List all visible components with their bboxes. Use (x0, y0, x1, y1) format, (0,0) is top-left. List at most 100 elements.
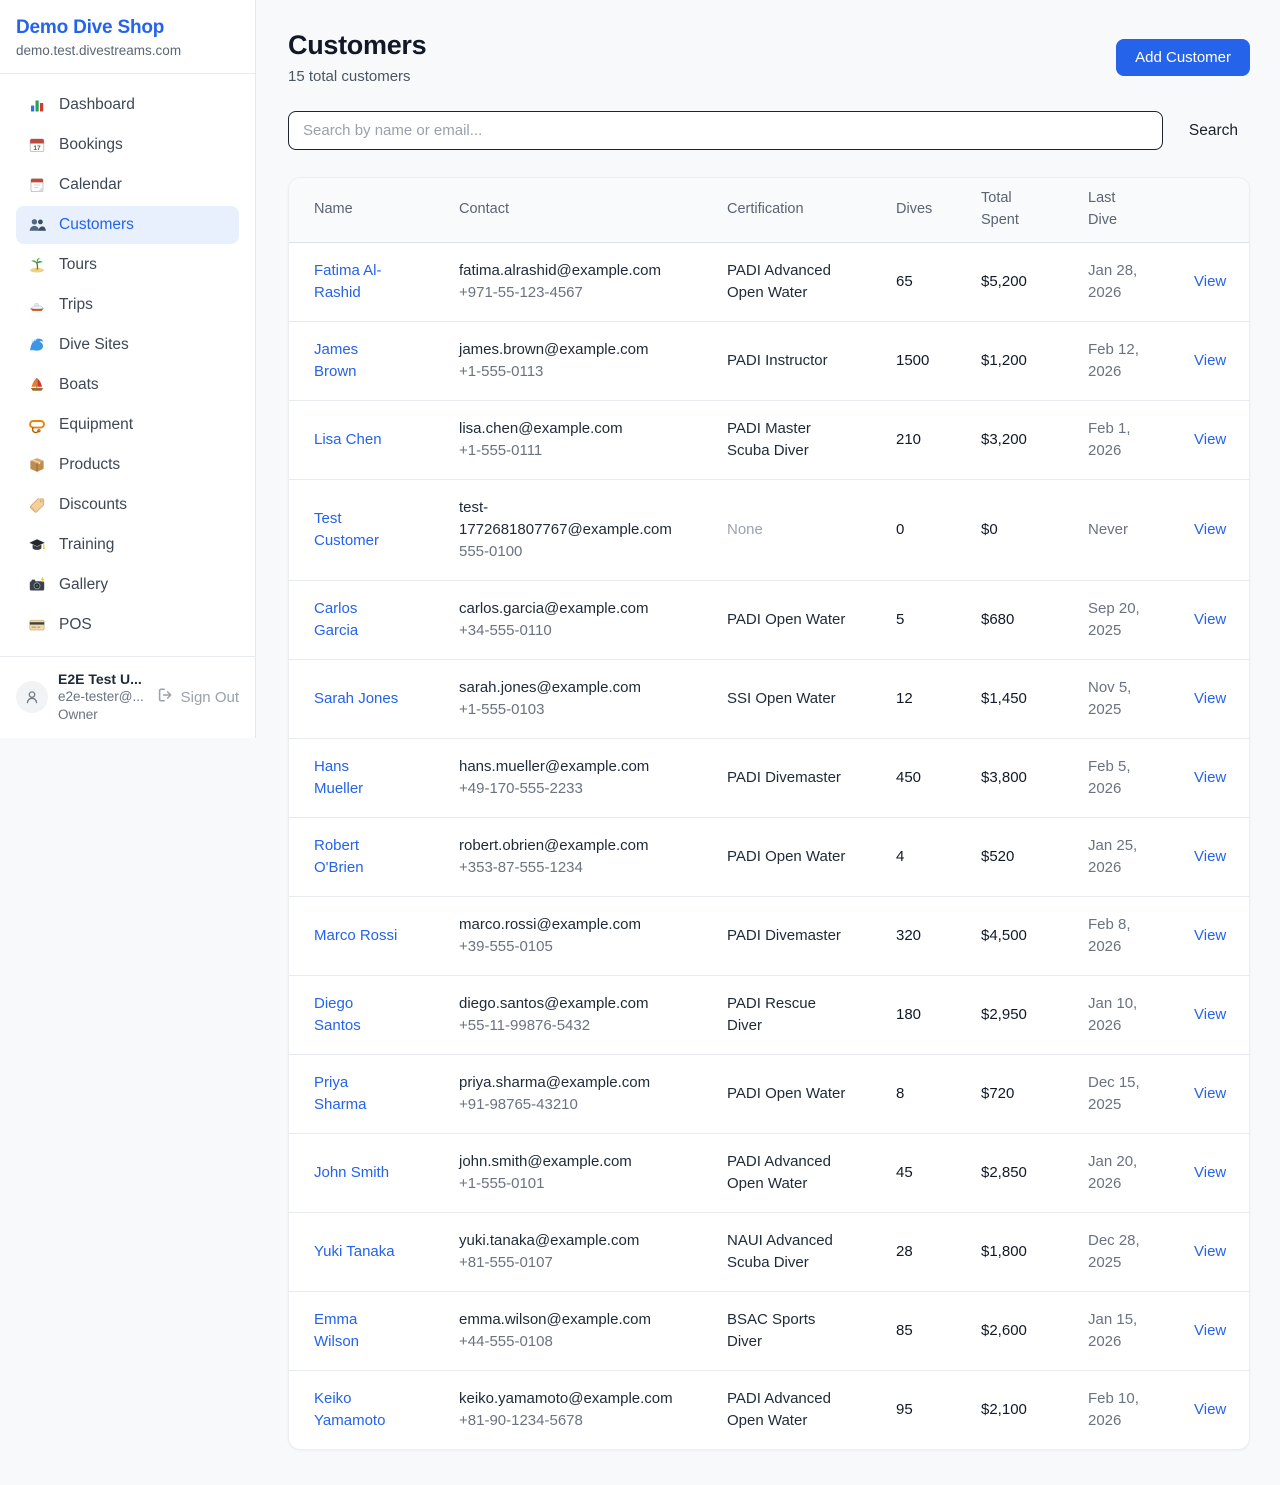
sidebar-item-bookings[interactable]: 17 Bookings (16, 126, 239, 164)
view-link[interactable]: View (1194, 769, 1226, 786)
customer-total-spent: $1,800 (981, 1243, 1027, 1260)
customer-last-dive: Jan 20, 2026 (1088, 1153, 1137, 1192)
customer-last-dive: Jan 10, 2026 (1088, 995, 1137, 1034)
customer-total-spent: $2,600 (981, 1322, 1027, 1339)
sign-out-button[interactable]: Sign Out (156, 686, 239, 708)
customer-phone: +91-98765-43210 (459, 1094, 667, 1116)
customer-dives: 450 (896, 769, 921, 786)
sidebar-item-label: POS (59, 616, 92, 634)
view-link[interactable]: View (1194, 273, 1226, 290)
customer-name-link[interactable]: John Smith (314, 1162, 389, 1184)
sidebar-item-label: Gallery (59, 576, 108, 594)
customer-dives: 180 (896, 1006, 921, 1023)
customer-last-dive: Feb 12, 2026 (1088, 341, 1139, 380)
customer-email: priya.sharma@example.com (459, 1072, 667, 1094)
view-link[interactable]: View (1194, 1085, 1226, 1102)
view-link[interactable]: View (1194, 611, 1226, 628)
customer-total-spent: $1,200 (981, 352, 1027, 369)
sidebar-item-label: Bookings (59, 136, 123, 154)
customer-name-link[interactable]: Hans Mueller (314, 756, 400, 800)
customer-name-link[interactable]: Keiko Yamamoto (314, 1388, 400, 1432)
sidebar-item-discounts[interactable]: Discounts (16, 486, 239, 524)
bar-chart-icon (28, 96, 46, 114)
sidebar-item-label: Tours (59, 256, 97, 274)
customer-name-link[interactable]: Robert O'Brien (314, 835, 400, 879)
sidebar-item-tours[interactable]: Tours (16, 246, 239, 284)
brand-title: Demo Dive Shop (16, 17, 239, 39)
sidebar-item-gallery[interactable]: Gallery (16, 566, 239, 604)
customer-dives: 0 (896, 521, 904, 538)
sidebar-item-boats[interactable]: Boats (16, 366, 239, 404)
view-link[interactable]: View (1194, 1164, 1226, 1181)
search-button[interactable]: Search (1177, 122, 1250, 140)
sidebar-item-training[interactable]: Training (16, 526, 239, 564)
sidebar-item-dive-sites[interactable]: Dive Sites (16, 326, 239, 364)
svg-text:17: 17 (33, 145, 41, 152)
table-row: Yuki Tanaka yuki.tanaka@example.com +81-… (289, 1212, 1249, 1291)
sidebar-item-label: Trips (59, 296, 93, 314)
customer-name-link[interactable]: James Brown (314, 339, 400, 383)
customer-total-spent: $3,200 (981, 431, 1027, 448)
sign-out-icon (156, 686, 174, 708)
sidebar-item-label: Dashboard (59, 96, 135, 114)
customer-phone: +44-555-0108 (459, 1331, 667, 1353)
wave-icon (28, 336, 46, 354)
customer-name-link[interactable]: Priya Sharma (314, 1072, 400, 1116)
sidebar-item-products[interactable]: Products (16, 446, 239, 484)
customer-total-spent: $4,500 (981, 927, 1027, 944)
sidebar-item-customers[interactable]: Customers (16, 206, 239, 244)
view-link[interactable]: View (1194, 352, 1226, 369)
view-link[interactable]: View (1194, 431, 1226, 448)
add-customer-button[interactable]: Add Customer (1116, 39, 1250, 76)
customer-name-link[interactable]: Test Customer (314, 508, 400, 552)
view-link[interactable]: View (1194, 1243, 1226, 1260)
customer-name-link[interactable]: Diego Santos (314, 993, 400, 1037)
speedboat-icon (28, 296, 46, 314)
sidebar-item-calendar[interactable]: Calendar (16, 166, 239, 204)
customer-email: test-1772681807767@example.com (459, 497, 667, 541)
customer-phone: +34-555-0110 (459, 620, 667, 642)
view-link[interactable]: View (1194, 1401, 1226, 1418)
view-link[interactable]: View (1194, 927, 1226, 944)
customer-name-link[interactable]: Lisa Chen (314, 429, 382, 451)
sidebar: Demo Dive Shop demo.test.divestreams.com… (0, 0, 256, 738)
view-link[interactable]: View (1194, 1006, 1226, 1023)
customer-certification: PADI Advanced Open Water (727, 1390, 831, 1429)
view-link[interactable]: View (1194, 848, 1226, 865)
sidebar-item-label: Calendar (59, 176, 122, 194)
customer-email: lisa.chen@example.com (459, 418, 667, 440)
search-input[interactable] (288, 111, 1163, 150)
avatar (16, 681, 48, 713)
customers-table-body: Fatima Al-Rashid fatima.alrashid@example… (289, 242, 1249, 1449)
page-header: Customers 15 total customers Add Custome… (288, 30, 1250, 85)
sidebar-item-equipment[interactable]: Equipment (16, 406, 239, 444)
customer-total-spent: $0 (981, 521, 998, 538)
customer-total-spent: $720 (981, 1085, 1014, 1102)
view-link[interactable]: View (1194, 690, 1226, 707)
customer-total-spent: $2,850 (981, 1164, 1027, 1181)
customer-name-link[interactable]: Marco Rossi (314, 925, 397, 947)
island-icon (28, 256, 46, 274)
sidebar-item-pos[interactable]: POS (16, 606, 239, 644)
view-link[interactable]: View (1194, 1322, 1226, 1339)
view-link[interactable]: View (1194, 521, 1226, 538)
customer-name-link[interactable]: Yuki Tanaka (314, 1241, 395, 1263)
sidebar-item-dashboard[interactable]: Dashboard (16, 86, 239, 124)
customer-name-link[interactable]: Carlos Garcia (314, 598, 400, 642)
customer-certification: SSI Open Water (727, 690, 836, 707)
calendar-date-icon: 17 (28, 136, 46, 154)
brand: Demo Dive Shop demo.test.divestreams.com (0, 0, 255, 74)
sidebar-item-trips[interactable]: Trips (16, 286, 239, 324)
customer-dives: 65 (896, 273, 913, 290)
customer-dives: 4 (896, 848, 904, 865)
customer-name-link[interactable]: Fatima Al-Rashid (314, 260, 400, 304)
customer-last-dive: Feb 8, 2026 (1088, 916, 1131, 955)
customer-dives: 95 (896, 1401, 913, 1418)
customer-phone: +81-555-0107 (459, 1252, 667, 1274)
customer-name-link[interactable]: Emma Wilson (314, 1309, 400, 1353)
customer-email: sarah.jones@example.com (459, 677, 667, 699)
customer-name-link[interactable]: Sarah Jones (314, 688, 398, 710)
customer-email: yuki.tanaka@example.com (459, 1230, 667, 1252)
column-header-actions (1194, 178, 1249, 242)
sidebar-nav: Dashboard 17 Bookings Calendar Customers… (0, 74, 255, 657)
